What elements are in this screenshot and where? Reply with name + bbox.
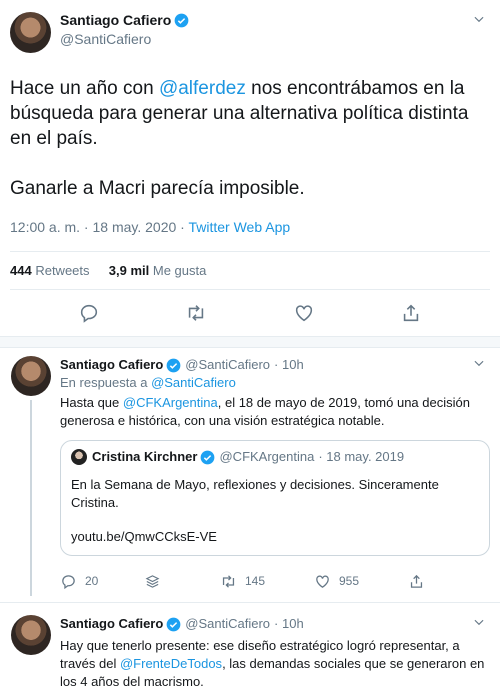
author-handle[interactable]: @SantiCafiero [60,31,189,47]
tweet-meta: 12:00 a. m. · 18 may. 2020 · Twitter Web… [10,219,490,235]
thread-line [29,400,32,596]
reply-tweet[interactable]: Santiago Cafiero @SantiCafiero · 10h En … [0,348,500,596]
retweets-label: Retweets [35,263,90,278]
reply-action[interactable]: 20 [60,572,144,590]
quote-link[interactable]: youtu.be/QmwCCksE-VE [71,528,479,546]
retweet-count: 145 [245,574,266,588]
reply-icon [62,574,75,589]
chevron-down-icon[interactable] [472,615,486,629]
reply-actions: 20 145 955 [60,566,490,596]
reply-count: 20 [85,574,99,588]
author-name[interactable]: Santiago Cafiero [60,356,163,374]
like-count: 955 [339,574,360,588]
like-icon [316,575,329,588]
source-link[interactable]: Twitter Web App [188,219,290,235]
retweet-action[interactable]: 145 [220,572,314,590]
reply-icon[interactable] [78,302,100,324]
tweet-header: Santiago Cafiero @SantiCafiero [10,12,490,53]
reply-time[interactable]: · 10h [274,356,304,374]
verified-badge-icon [201,450,215,464]
thread-action[interactable] [144,573,220,590]
avatar[interactable] [10,615,51,655]
in-reply-label: En respuesta a [60,375,152,390]
tweet-actions [10,290,490,336]
like-action[interactable]: 955 [314,572,408,590]
main-tweet: Santiago Cafiero @SantiCafiero Hace un a… [0,0,500,336]
mention-link[interactable]: @CFKArgentina [123,395,218,410]
reply-time[interactable]: · 10h [274,615,304,633]
author-name[interactable]: Santiago Cafiero [60,615,163,633]
reply-body: Santiago Cafiero @SantiCafiero · 10h Hay… [60,615,490,691]
tweet-stats: 444 Retweets 3,9 mil Me gusta [10,252,490,289]
stack-icon [145,574,160,588]
quote-author-name: Cristina Kirchner [92,449,198,464]
tweet-paragraph: Ganarle a Macri parecía imposible. [10,178,305,199]
likes-stat[interactable]: 3,9 mil Me gusta [109,263,207,278]
reply-left [10,615,51,691]
verified-badge-icon [166,617,181,631]
section-divider [0,336,500,348]
retweet-icon [222,574,235,588]
verified-badge-icon [174,13,189,27]
quoted-tweet[interactable]: Cristina Kirchner @CFKArgentina · 18 may… [60,440,490,556]
chevron-down-icon[interactable] [472,356,486,370]
retweet-icon[interactable] [185,302,207,324]
share-action[interactable] [408,573,433,590]
retweets-stat[interactable]: 444 Retweets [10,263,90,278]
chevron-down-icon[interactable] [472,12,486,26]
quote-date: · 18 may. 2019 [318,449,405,464]
author-name[interactable]: Santiago Cafiero [60,12,171,28]
reply-body: Santiago Cafiero @SantiCafiero · 10h En … [60,356,490,596]
timestamp[interactable]: 12:00 a. m. · 18 may. 2020 · [10,219,188,235]
like-icon[interactable] [293,302,315,324]
in-reply-to: En respuesta a @SantiCafiero [60,374,490,392]
retweets-count: 444 [10,263,32,278]
author-names: Santiago Cafiero @SantiCafiero [60,12,189,47]
quote-author-handle: @CFKArgentina [219,449,315,464]
quote-text: En la Semana de Mayo, reflexiones y deci… [71,477,439,510]
text-segment: Hasta que [60,395,123,410]
quote-header: Cristina Kirchner @CFKArgentina · 18 may… [71,448,479,466]
avatar [71,449,87,465]
reply-left [10,356,51,596]
text-segment: Hace un año con [10,78,159,99]
reply-text: Hay que tenerlo presente: ese diseño est… [60,637,490,691]
mention-link[interactable]: @SantiCafiero [151,375,236,390]
mention-link[interactable]: @FrenteDeTodos [120,656,222,671]
mention-link[interactable]: @alferdez [159,78,246,99]
author-handle[interactable]: @SantiCafiero [185,615,270,633]
share-icon [410,574,423,588]
reply-header: Santiago Cafiero @SantiCafiero · 10h [60,356,490,374]
avatar[interactable] [10,12,51,53]
avatar[interactable] [10,356,51,396]
likes-label: Me gusta [152,263,207,278]
reply-tweet[interactable]: Santiago Cafiero @SantiCafiero · 10h Hay… [0,603,500,691]
reply-header: Santiago Cafiero @SantiCafiero · 10h [60,615,490,633]
share-icon[interactable] [400,302,422,324]
author-handle[interactable]: @SantiCafiero [185,356,270,374]
likes-count: 3,9 mil [108,263,150,278]
reply-text: Hasta que @CFKArgentina, el 18 de mayo d… [60,394,490,430]
tweet-text: Hace un año con @alferdez nos encontrába… [10,76,490,201]
verified-badge-icon [166,358,181,372]
